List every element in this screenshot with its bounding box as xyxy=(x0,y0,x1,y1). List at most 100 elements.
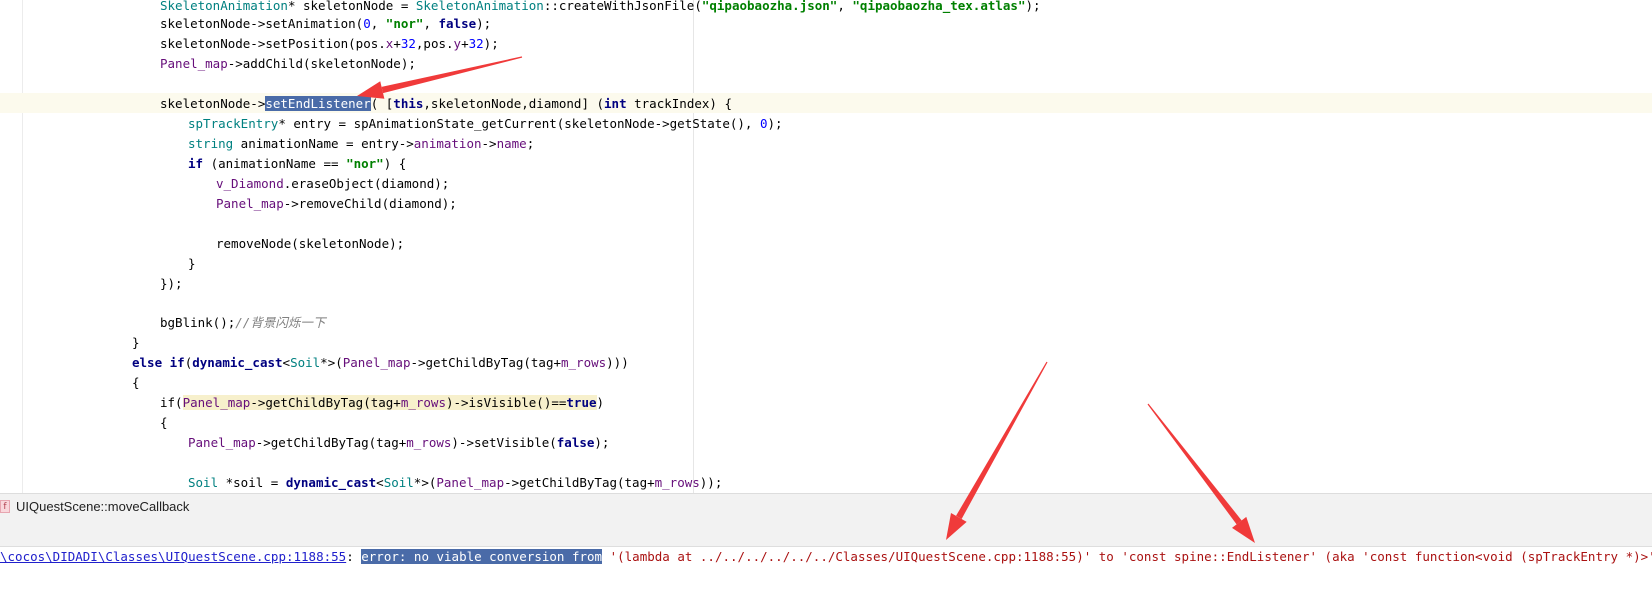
code-token: *soil = xyxy=(218,475,286,490)
code-line[interactable]: skeletonNode->setAnimation(0, "nor", fal… xyxy=(160,14,491,34)
code-token: "qipaobaozha.json" xyxy=(701,0,838,13)
code-token: ); xyxy=(1025,0,1041,13)
code-token: false xyxy=(438,16,477,31)
breadcrumb-bar: f UIQuestScene::moveCallback xyxy=(0,493,1652,520)
code-token: )->isVisible()== xyxy=(445,395,567,410)
code-line[interactable]: Panel_map->getChildByTag(tag+m_rows)->se… xyxy=(188,433,609,453)
code-line[interactable]: else if(dynamic_cast<Soil*>(Panel_map->g… xyxy=(132,353,629,373)
code-token: spTrackEntry xyxy=(188,116,279,131)
code-line[interactable]: Panel_map->removeChild(diamond); xyxy=(216,194,457,214)
code-token: ) { xyxy=(383,156,407,171)
code-token: ); xyxy=(476,16,492,31)
code-token: m_rows xyxy=(654,475,700,490)
console-toolbar xyxy=(0,519,1652,547)
code-token: * entry = spAnimationState_getCurrent(sk… xyxy=(278,116,760,131)
code-line[interactable]: { xyxy=(132,373,140,393)
code-token: skeletonNode->setPosition(pos. xyxy=(160,36,386,51)
code-token: 32 xyxy=(468,36,484,51)
error-separator: : xyxy=(346,549,362,564)
code-token: } xyxy=(132,335,140,350)
code-token: Panel_map xyxy=(188,435,256,450)
code-line[interactable]: string animationName = entry->animation-… xyxy=(188,134,534,154)
code-token: ->getChildByTag(tag+ xyxy=(250,395,401,410)
code-token: if xyxy=(188,156,204,171)
code-line[interactable]: } xyxy=(188,254,196,274)
code-token: , xyxy=(837,0,853,13)
code-token: bgBlink(); xyxy=(160,315,236,330)
code-line[interactable]: bgBlink();//背景闪烁一下 xyxy=(160,313,325,333)
code-line[interactable]: Soil *soil = dynamic_cast<Soil*>(Panel_m… xyxy=(188,473,722,493)
build-console[interactable]: \cocos\DIDADI\Classes\UIQuestScene.cpp:1… xyxy=(0,547,1652,608)
code-token: ); xyxy=(483,36,499,51)
code-editor[interactable]: SkeletonAnimation* skeletonNode = Skelet… xyxy=(0,0,1652,493)
error-file-link[interactable]: \cocos\DIDADI\Classes\UIQuestScene.cpp:1… xyxy=(0,549,346,564)
selected-token: setEndListener xyxy=(265,96,371,111)
code-token: .eraseObject(diamond); xyxy=(283,176,450,191)
code-line[interactable]: if(Panel_map->getChildByTag(tag+m_rows)-… xyxy=(160,393,604,413)
code-token: ->addChild(skeletonNode); xyxy=(227,56,416,71)
right-margin-guide xyxy=(693,0,694,493)
code-token: ,pos. xyxy=(415,36,454,51)
code-token: )->setVisible( xyxy=(451,435,557,450)
code-token: SkeletonAnimation xyxy=(160,0,288,13)
code-line[interactable]: removeNode(skeletonNode); xyxy=(216,234,404,254)
code-token: else if xyxy=(132,355,185,370)
error-line: \cocos\DIDADI\Classes\UIQuestScene.cpp:1… xyxy=(0,547,1652,567)
code-token: v_Diamond xyxy=(216,176,284,191)
code-token: skeletonNode->setAnimation( xyxy=(160,16,364,31)
code-token: int xyxy=(604,96,627,111)
code-line[interactable]: if (animationName == "nor") { xyxy=(188,154,406,174)
code-token: }); xyxy=(160,276,183,291)
code-token: dynamic_cast xyxy=(285,475,377,490)
code-token: Panel_map xyxy=(216,196,284,211)
code-token: //背景闪烁一下 xyxy=(235,315,326,330)
code-token: ->removeChild(diamond); xyxy=(283,196,457,211)
code-token: if( xyxy=(160,395,183,410)
code-token: name xyxy=(496,136,527,151)
code-token: , xyxy=(370,16,386,31)
code-token: m_rows xyxy=(400,395,446,410)
code-token: this xyxy=(393,96,424,111)
code-token: m_rows xyxy=(406,435,452,450)
code-token: dynamic_cast xyxy=(192,355,283,370)
code-token: Soil xyxy=(188,475,219,490)
code-token: "qipaobaozha_tex.atlas" xyxy=(852,0,1026,13)
code-line[interactable]: { xyxy=(160,413,168,433)
code-token: SkeletonAnimation xyxy=(415,0,544,13)
code-token: string xyxy=(188,136,234,151)
code-token: "nor" xyxy=(346,156,384,171)
code-token: Panel_map xyxy=(436,475,505,490)
code-token: Panel_map xyxy=(342,355,411,370)
code-token: , xyxy=(423,16,439,31)
code-token: + xyxy=(393,36,401,51)
code-token: ) xyxy=(596,395,605,410)
code-line[interactable]: skeletonNode->setPosition(pos.x+32,pos.y… xyxy=(160,34,499,54)
code-line[interactable]: v_Diamond.eraseObject(diamond); xyxy=(216,174,449,194)
error-message: '(lambda at ../../../../../../Classes/UI… xyxy=(602,549,1652,564)
code-token: ( [ xyxy=(370,96,394,111)
code-token: m_rows xyxy=(561,355,607,370)
code-token: Panel_map xyxy=(182,395,251,410)
code-token: 0 xyxy=(363,16,371,31)
code-token: ; xyxy=(526,136,535,151)
code-token: ))) xyxy=(606,355,629,370)
code-line[interactable]: spTrackEntry* entry = spAnimationState_g… xyxy=(188,114,783,134)
code-token: Panel_map xyxy=(160,56,228,71)
code-token: removeNode(skeletonNode); xyxy=(216,236,405,251)
gutter-separator xyxy=(22,0,23,493)
code-token: skeletonNode-> xyxy=(160,96,266,111)
code-line[interactable]: Panel_map->addChild(skeletonNode); xyxy=(160,54,416,74)
code-token: *>( xyxy=(413,475,437,490)
code-line[interactable]: }); xyxy=(160,274,183,294)
code-token: y xyxy=(453,36,462,51)
code-token: ->getChildByTag(tag+ xyxy=(410,355,561,370)
code-token: Soil xyxy=(383,475,414,490)
code-line[interactable]: } xyxy=(132,333,140,353)
code-token: *>( xyxy=(320,355,343,370)
code-line[interactable]: skeletonNode->setEndListener( [this,skel… xyxy=(160,94,732,114)
error-label: error: no viable conversion from xyxy=(361,549,603,564)
code-token: animationName = entry-> xyxy=(233,136,414,151)
breadcrumb-function[interactable]: UIQuestScene::moveCallback xyxy=(16,494,189,519)
code-token: ->getChildByTag(tag+ xyxy=(504,475,655,490)
code-token: animation xyxy=(413,136,482,151)
